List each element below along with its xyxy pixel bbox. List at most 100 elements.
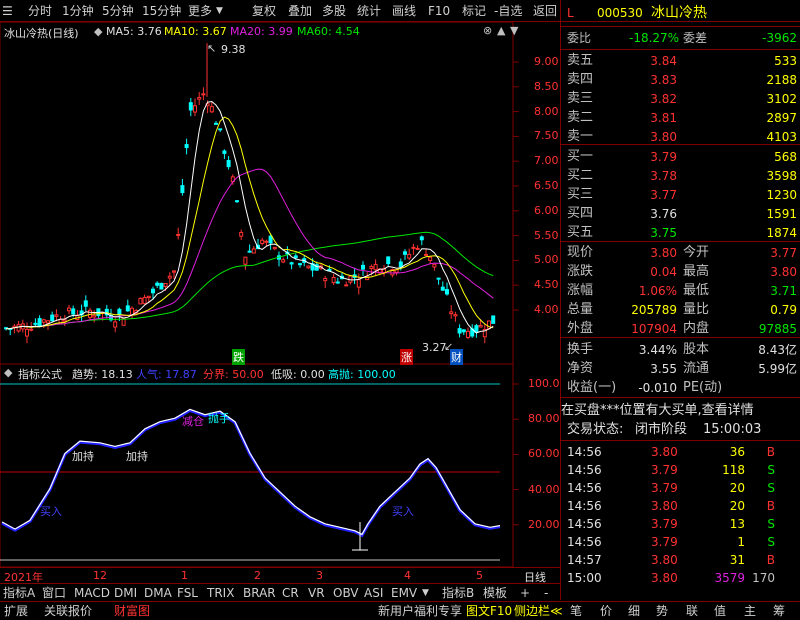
bid-row[interactable]: 买四 3.76 1591	[561, 205, 800, 223]
bid-row[interactable]: 买三 3.77 1230	[561, 186, 800, 204]
candle-body	[62, 319, 67, 322]
tab-fsl[interactable]: FSL	[177, 585, 198, 601]
chart-close-icon[interactable]: ⊗	[483, 24, 492, 37]
stat-row[interactable]: 涨跌 0.04 最高 3.80	[561, 263, 800, 281]
toolbar-5min[interactable]: 5分钟	[102, 3, 134, 19]
toolbar-duogu[interactable]: 多股	[322, 3, 346, 19]
toolbar-1min[interactable]: 1分钟	[62, 3, 94, 19]
big-order-notice[interactable]: 在买盘***位置有大买单,查看详情	[561, 402, 800, 420]
candle-body	[197, 97, 202, 100]
bid-row[interactable]: 买二 3.78 3598	[561, 167, 800, 185]
rtab-xi[interactable]: 细	[628, 603, 640, 620]
toolbar-huaxian[interactable]: 画线	[392, 3, 416, 19]
tab-emv[interactable]: EMV	[391, 585, 417, 601]
rtab-lian[interactable]: 联	[686, 603, 698, 620]
ask-row[interactable]: 卖四 3.83 2188	[561, 71, 800, 89]
rtab-zhu[interactable]: 主	[744, 603, 756, 620]
tick-row[interactable]: 14:56 3.79 20 S	[561, 479, 800, 497]
ask-row[interactable]: 卖五 3.84 533	[561, 52, 800, 70]
toolbar-back[interactable]: 返回	[533, 3, 557, 19]
tick-row[interactable]: 14:56 3.79 1 S	[561, 533, 800, 551]
ask-label: 卖四	[567, 72, 594, 87]
stat-row[interactable]: 涨幅 1.06% 最低 3.71	[561, 282, 800, 300]
tick-row[interactable]: 14:56 3.79 13 S	[561, 515, 800, 533]
candle-body	[50, 314, 55, 322]
tab-template[interactable]: 模板	[483, 585, 507, 601]
tab-indicator-b[interactable]: 指标B	[442, 585, 474, 601]
status-sidebar[interactable]: 侧边栏≪	[514, 603, 563, 620]
candle-body	[226, 160, 231, 168]
toolbar-15min[interactable]: 15分钟	[142, 3, 181, 19]
stat-row[interactable]: 总量 205789 量比 0.79	[561, 301, 800, 319]
fin-label-1: 净资	[567, 361, 594, 376]
tab-scroll-icon[interactable]: ▼	[422, 585, 429, 601]
candle-body	[218, 128, 223, 131]
rtab-shi[interactable]: 势	[656, 603, 668, 620]
candle-body	[163, 283, 168, 287]
bid-row[interactable]: 买五 3.75 1874	[561, 224, 800, 242]
chart-settings-icon[interactable]: ◆	[94, 25, 102, 38]
event-marker-zhang[interactable]: 涨	[400, 349, 413, 365]
finance-row[interactable]: 净资 3.55 流通 5.99亿	[561, 360, 800, 378]
tick-row[interactable]: 14:57 3.80 31 B	[561, 551, 800, 569]
toolbar-more[interactable]: 更多	[188, 3, 212, 19]
tick-row[interactable]: 15:00 3.80 3579 170	[561, 569, 800, 587]
stat-row[interactable]: 现价 3.80 今开 3.77	[561, 244, 800, 262]
status-f10[interactable]: 图文F10	[466, 603, 512, 620]
kline-chart[interactable]	[0, 22, 560, 567]
ask-row[interactable]: 卖二 3.81 2897	[561, 109, 800, 127]
status-wealth-map[interactable]: 财富图	[114, 603, 150, 620]
toolbar-fuquan[interactable]: 复权	[252, 3, 276, 19]
tab-macd[interactable]: MACD	[74, 585, 110, 601]
finance-row[interactable]: 换手 3.44% 股本 8.43亿	[561, 341, 800, 359]
tick-row[interactable]: 14:56 3.79 118 S	[561, 461, 800, 479]
toolbar-diejia[interactable]: 叠加	[288, 3, 312, 19]
chart-up-icon[interactable]: ▲	[497, 24, 505, 37]
weicha-value: -3962	[762, 31, 797, 45]
menu-icon[interactable]: ☰	[2, 3, 13, 19]
tab-remove[interactable]: -	[544, 585, 548, 601]
fin-label-1: 换手	[567, 342, 594, 357]
bid-price: 3.75	[650, 226, 677, 240]
toolbar-f10[interactable]: F10	[428, 3, 450, 19]
stat-row[interactable]: 外盘 107904 内盘 97885	[561, 320, 800, 338]
tab-asi[interactable]: ASI	[364, 585, 383, 601]
candle-body	[159, 282, 164, 290]
tick-side: S	[767, 517, 775, 531]
tab-trix[interactable]: TRIX	[207, 585, 234, 601]
chart-down-icon[interactable]: ▼	[510, 24, 518, 37]
indicator-name[interactable]: 指标公式	[18, 366, 62, 382]
tick-row[interactable]: 14:56 3.80 36 B	[561, 443, 800, 461]
rtab-chou[interactable]: 筹	[773, 603, 785, 620]
status-newuser[interactable]: 新用户福利专享	[378, 603, 462, 620]
toolbar-biaoji[interactable]: 标记	[462, 3, 486, 19]
rtab-jia[interactable]: 价	[600, 603, 612, 620]
rtab-bi[interactable]: 笔	[570, 603, 582, 620]
event-marker-die[interactable]: 跌	[232, 349, 245, 365]
indicator-settings-icon[interactable]: ◆	[4, 366, 12, 379]
status-related-quote[interactable]: 关联报价	[44, 603, 92, 620]
tab-window[interactable]: 窗口	[42, 585, 66, 601]
tab-dmi[interactable]: DMI	[114, 585, 137, 601]
rtab-zhi[interactable]: 值	[714, 603, 726, 620]
tick-volume: 13	[729, 517, 745, 531]
tick-row[interactable]: 14:56 3.80 20 B	[561, 497, 800, 515]
chevron-down-icon[interactable]: ▼	[216, 3, 223, 19]
event-marker-cai[interactable]: 财	[450, 349, 463, 365]
tab-indicator-a[interactable]: 指标A	[3, 585, 35, 601]
tab-obv[interactable]: OBV	[333, 585, 359, 601]
toolbar-fenshi[interactable]: 分时	[28, 3, 52, 19]
status-extend[interactable]: 扩展	[4, 603, 28, 620]
tab-add[interactable]: +	[520, 585, 530, 601]
toolbar-zixuan[interactable]: -自选	[494, 3, 522, 19]
tab-brar[interactable]: BRAR	[243, 585, 276, 601]
tab-dma[interactable]: DMA	[144, 585, 172, 601]
finance-row[interactable]: 收益(一) -0.010 PE(动)	[561, 379, 800, 397]
candle-body	[235, 200, 239, 203]
bid-row[interactable]: 买一 3.79 568	[561, 148, 800, 166]
ask-row[interactable]: 卖三 3.82 3102	[561, 90, 800, 108]
toolbar-tongji[interactable]: 统计	[357, 3, 381, 19]
tab-vr[interactable]: VR	[308, 585, 325, 601]
tab-cr[interactable]: CR	[282, 585, 299, 601]
candle-body	[16, 324, 21, 332]
